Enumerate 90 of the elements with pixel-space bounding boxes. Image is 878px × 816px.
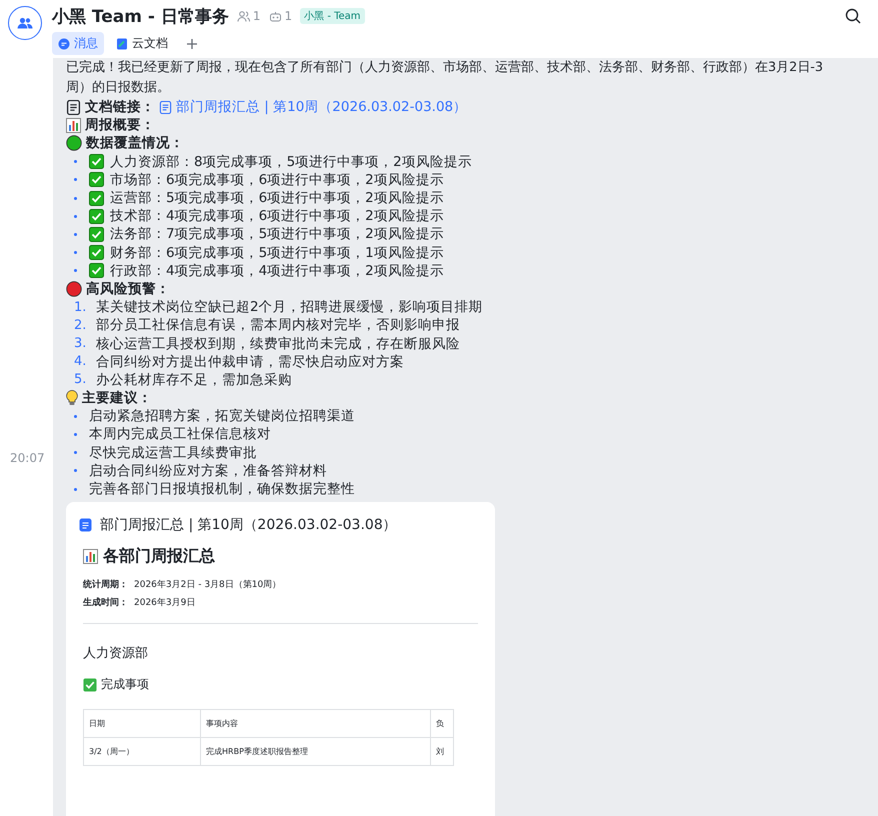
bar-chart-icon bbox=[83, 549, 98, 564]
lightbulb-icon bbox=[66, 390, 78, 406]
document-icon bbox=[159, 100, 172, 114]
list-item-text: 技术部：4项完成事项，6项进行中事项，2项风险提示 bbox=[110, 207, 444, 226]
bullet-dot bbox=[74, 414, 77, 418]
team-tag: 小黑 - Team bbox=[300, 8, 365, 24]
list-item-text: 合同纠纷对方提出仲裁申请，需尽快启动应对方案 bbox=[96, 352, 404, 371]
bullet-dot bbox=[74, 160, 77, 164]
list-number: 2. bbox=[74, 318, 88, 333]
meta-value: 2026年3月9日 bbox=[134, 596, 196, 610]
list-item-text: 行政部：4项完成事项，4项进行中事项，2项风险提示 bbox=[110, 262, 444, 280]
checkbox-icon bbox=[89, 226, 104, 242]
checkbox-icon bbox=[89, 190, 104, 206]
bullet-dot bbox=[74, 469, 77, 472]
list-item-text: 完善各部门日报填报机制，确保数据完整性 bbox=[89, 480, 355, 498]
member-count-text: 1 bbox=[252, 9, 261, 23]
doc-heading: 各部门周报汇总 bbox=[103, 546, 215, 568]
list-number: 4. bbox=[74, 354, 88, 370]
meta-value: 2026年3月2日 - 3月8日（第10周） bbox=[134, 578, 282, 592]
checkbox-icon bbox=[89, 154, 104, 170]
card-title: 部门周报汇总 | 第10周（2026.03.02-03.08） bbox=[100, 516, 397, 534]
message-time: 20:07 bbox=[9, 451, 46, 467]
chat-bubble-icon bbox=[58, 38, 70, 50]
circle-icon bbox=[66, 135, 82, 152]
document-icon bbox=[116, 38, 128, 50]
doc-link[interactable]: 部门周报汇总 | 第10周（2026.03.02-03.08） bbox=[159, 98, 468, 116]
search-icon[interactable] bbox=[845, 8, 861, 24]
list-item-text: 启动合同纠纷应对方案，准备答辩材料 bbox=[89, 462, 327, 480]
member-count[interactable]: 1 bbox=[236, 9, 261, 23]
add-tab-icon[interactable] bbox=[186, 38, 198, 50]
list-item-text: 法务部：7项完成事项，5项进行中事项，2项风险提示 bbox=[110, 225, 444, 244]
bullet-dot bbox=[74, 232, 77, 236]
table-cell: 3/2（周一） bbox=[84, 738, 200, 766]
section-heading: 周报概要： bbox=[85, 116, 155, 134]
table-header-cell: 事项内容 bbox=[200, 710, 430, 738]
table-header-cell: 负 bbox=[430, 710, 454, 738]
bullet-dot bbox=[74, 488, 77, 491]
table-cell: 刘 bbox=[430, 738, 454, 766]
section-heading: 高风险预警： bbox=[86, 280, 170, 298]
list-number: 3. bbox=[74, 336, 88, 352]
meta-label: 统计周期： bbox=[83, 578, 128, 592]
list-item-text: 财务部：6项完成事项，5项进行中事项，1项风险提示 bbox=[110, 244, 444, 262]
subheading: 完成事项 bbox=[101, 676, 149, 694]
list-item-text: 部分员工社保信息有误，需本周内核对完毕，否则影响申报 bbox=[96, 316, 460, 334]
bullet-dot bbox=[74, 251, 77, 254]
group-avatar[interactable] bbox=[8, 6, 42, 40]
checkbox-icon bbox=[89, 208, 104, 224]
list-item-text: 某关键技术岗位空缺已超2个月，招聘进展缓慢，影响项目排期 bbox=[96, 298, 483, 316]
bot-count[interactable]: 1 bbox=[268, 9, 292, 23]
bullet-dot bbox=[74, 196, 77, 200]
robot-icon bbox=[268, 10, 282, 22]
meta-label: 生成时间： bbox=[83, 596, 128, 610]
table-header-cell: 日期 bbox=[84, 710, 200, 738]
doc-preview-card[interactable]: 部门周报汇总 | 第10周（2026.03.02-03.08） 各部门周报汇总 统计周期： 2026年3月2日 - 3月8日（第10周） 生成时间： 2026年3月9日 人力资源部 完成事项 日期 事项内容 负 3/2（周一） 完成HRBP季度述职报告整理 刘 bbox=[66, 502, 495, 816]
message-text: 已完成！我已经更新了周报，现在包含了所有部门（人力资源部、市场部、运营部、技术部、法务部、财务部、行政部）在3月2日-3 bbox=[66, 59, 824, 77]
list-item-text: 启动紧急招聘方案，拓宽关键岗位招聘渠道 bbox=[89, 407, 355, 426]
bullet-dot bbox=[74, 269, 77, 272]
check-icon bbox=[83, 678, 97, 692]
circle-icon bbox=[66, 280, 82, 297]
bullet-dot bbox=[74, 214, 77, 218]
bullet-dot bbox=[74, 178, 77, 182]
chat-tab[interactable]: 云文档 bbox=[110, 32, 174, 55]
list-number: 5. bbox=[74, 372, 88, 388]
section-heading: 主要建议： bbox=[82, 389, 152, 408]
document-icon bbox=[66, 100, 81, 115]
checkbox-icon bbox=[89, 263, 104, 278]
department-heading: 人力资源部 bbox=[83, 645, 149, 662]
checkbox-icon bbox=[89, 245, 104, 260]
message-text: 周）的日报数据。 bbox=[66, 79, 171, 97]
members-icon bbox=[236, 10, 250, 22]
bar-chart-icon bbox=[66, 118, 81, 133]
chat-tab[interactable]: 消息 bbox=[52, 32, 104, 55]
table-cell: 完成HRBP季度述职报告整理 bbox=[200, 738, 430, 766]
list-item-text: 本周内完成员工社保信息核对 bbox=[89, 425, 271, 444]
doc-link-label: 文档链接： bbox=[85, 98, 155, 116]
bot-count-text: 1 bbox=[284, 9, 292, 23]
document-icon bbox=[79, 518, 92, 532]
list-item-text: 市场部：6项完成事项，6项进行中事项，2项风险提示 bbox=[110, 170, 444, 189]
bullet-dot bbox=[74, 432, 77, 436]
list-item-text: 办公耗材库存不足，需加急采购 bbox=[96, 370, 292, 389]
list-item-text: 运营部：5项完成事项，6项进行中事项，2项风险提示 bbox=[110, 189, 444, 208]
list-item-text: 核心运营工具授权到期，续费审批尚未完成，存在断服风险 bbox=[96, 334, 460, 353]
checkbox-icon bbox=[89, 172, 104, 188]
group-icon bbox=[17, 17, 33, 29]
bullet-dot bbox=[74, 451, 77, 454]
list-item-text: 尽快完成运营工具续费审批 bbox=[89, 444, 257, 462]
section-heading: 数据覆盖情况： bbox=[86, 134, 184, 152]
list-item-text: 人力资源部：8项完成事项，5项进行中事项，2项风险提示 bbox=[110, 152, 472, 171]
chat-title: 小黑 Team - 日常事务 bbox=[52, 6, 229, 28]
list-number: 1. bbox=[74, 300, 88, 315]
